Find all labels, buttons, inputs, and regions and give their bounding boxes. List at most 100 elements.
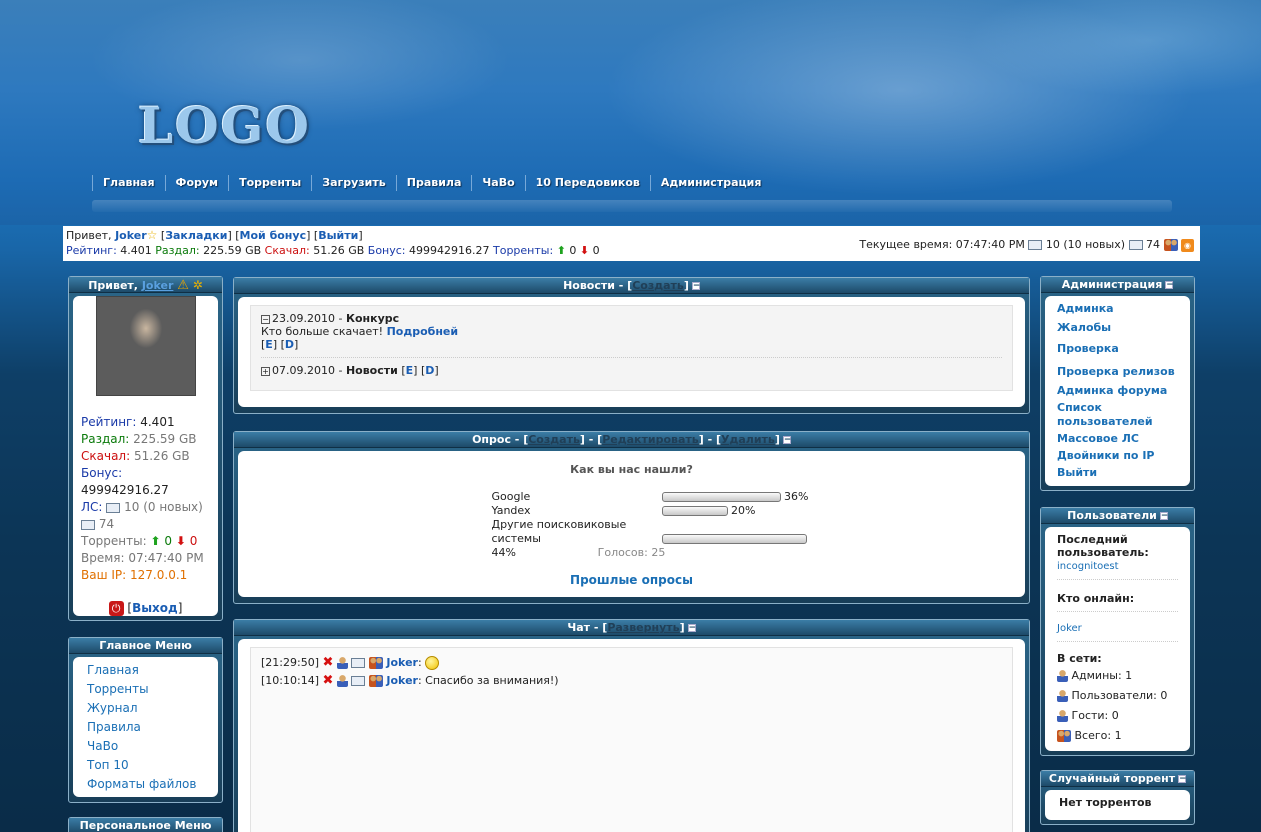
news-item: −23.09.2010 - Конкурс: [261, 312, 400, 325]
news-delete-link[interactable]: D: [425, 364, 434, 377]
userbar-username[interactable]: Joker: [115, 229, 147, 242]
menu-item-log[interactable]: Журнал: [87, 699, 204, 718]
last-user-link[interactable]: incognitoest: [1057, 561, 1119, 572]
nav-torrents[interactable]: Торренты: [228, 175, 311, 191]
inbox-icon[interactable]: [106, 502, 121, 513]
mail-icon[interactable]: [351, 676, 366, 686]
admin-link-forum[interactable]: Админка форума: [1057, 384, 1178, 398]
my-bonus-link[interactable]: Мой бонус: [240, 229, 307, 242]
outbox-icon[interactable]: [81, 519, 95, 530]
news-delete-link[interactable]: D: [285, 338, 294, 351]
friends-icon[interactable]: [368, 675, 383, 687]
user-panel-username[interactable]: Joker: [142, 279, 174, 292]
expand-icon[interactable]: +: [261, 367, 270, 376]
admin-link-panel[interactable]: Админка: [1057, 302, 1178, 316]
download-value: 51.26 GB: [313, 244, 365, 257]
site-logo[interactable]: LOGO: [138, 96, 311, 155]
poll-edit-link[interactable]: Редактировать: [602, 433, 699, 446]
admin-link-ip-duplicates[interactable]: Двойники по IP: [1057, 449, 1178, 463]
inbox-icon[interactable]: [1028, 240, 1043, 250]
warning-icon: ⚠: [177, 278, 189, 293]
collapse-icon[interactable]: −: [1159, 512, 1168, 521]
admin-link-check[interactable]: Проверка: [1057, 342, 1178, 356]
outbox-count[interactable]: 74: [1146, 238, 1160, 251]
past-polls-link[interactable]: Прошлые опросы: [570, 573, 693, 587]
chat-username[interactable]: Joker: [386, 674, 418, 687]
arrow-up-icon: ⬆: [556, 244, 566, 257]
user-icon[interactable]: [336, 675, 348, 687]
logout-link[interactable]: Выйти: [318, 229, 358, 242]
outbox-icon[interactable]: [1128, 240, 1143, 250]
menu-item-home[interactable]: Главная: [87, 661, 204, 680]
outbox-count[interactable]: 74: [99, 517, 114, 531]
chat-expand-link[interactable]: Развернуть: [607, 621, 679, 634]
inbox-count[interactable]: 10 (10 новых): [1046, 238, 1125, 251]
admin-link-users[interactable]: Список пользователей: [1057, 401, 1178, 429]
news-create-link[interactable]: Создать: [632, 279, 684, 292]
nav-staff[interactable]: Администрация: [649, 175, 772, 191]
news-title: Новости - [Создать] −: [234, 278, 1029, 294]
nav-faq[interactable]: ЧаВо: [471, 175, 524, 191]
collapse-icon[interactable]: −: [1165, 281, 1174, 290]
poll-question: Как вы нас нашли?: [570, 463, 693, 476]
userbar-right: Текущее время: 07:47:40 PM 10 (10 новых)…: [859, 237, 1194, 252]
news-edit-link[interactable]: E: [406, 364, 414, 377]
nav-forum[interactable]: Форум: [164, 175, 229, 191]
random-torrent-title: Случайный торрент −: [1041, 771, 1194, 787]
menu-item-rules[interactable]: Правила: [87, 718, 204, 737]
user-panel-title: Привет, Joker ⚠ ✲: [69, 277, 222, 293]
random-torrent-panel: Случайный торрент − Нет торрентов: [1040, 770, 1195, 825]
chat-username[interactable]: Joker: [386, 656, 418, 669]
user-icon[interactable]: [336, 657, 348, 669]
chat-message: [21:29:50] ✖ Joker:: [261, 654, 1002, 672]
admin-panel: Администрация − Админка Жалобы Проверка П…: [1040, 276, 1195, 491]
news-more-link[interactable]: Подробней: [387, 325, 459, 338]
poll-bar: [661, 534, 807, 544]
nav-home[interactable]: Главная: [92, 175, 165, 191]
menu-item-torrents[interactable]: Торренты: [87, 680, 204, 699]
bookmarks-link[interactable]: Закладки: [165, 229, 227, 242]
admin-link-reports[interactable]: Жалобы: [1057, 321, 1178, 335]
admin-link-check-releases[interactable]: Проверка релизов: [1057, 365, 1178, 379]
pm-count[interactable]: 10 (0 новых): [124, 500, 203, 514]
rss-icon[interactable]: ◉: [1181, 238, 1194, 252]
user-icon: [1057, 690, 1068, 702]
menu-item-faq[interactable]: ЧаВо: [87, 737, 204, 756]
collapse-icon[interactable]: −: [691, 282, 700, 291]
collapse-icon[interactable]: −: [261, 315, 270, 324]
online-user-link[interactable]: Joker: [1057, 622, 1178, 635]
delete-icon[interactable]: ✖: [323, 655, 334, 670]
chat-message: [10:10:14] ✖ Joker: Спасибо за внимания!…: [261, 673, 559, 688]
nav-upload[interactable]: Загрузить: [311, 175, 395, 191]
collapse-icon[interactable]: −: [1178, 775, 1187, 784]
poll-delete-link[interactable]: Удалить: [721, 433, 775, 446]
main-menu-title: Главное Меню: [69, 638, 222, 654]
avatar[interactable]: [95, 296, 196, 396]
news-item-title[interactable]: Конкурс: [346, 312, 399, 325]
all-users-icon: [1057, 730, 1071, 742]
news-edit-link[interactable]: E: [265, 338, 273, 351]
nav-top10[interactable]: 10 Передовиков: [524, 175, 650, 191]
menu-item-top10[interactable]: Топ 10: [87, 756, 204, 775]
news-body: −23.09.2010 - Конкурс Кто больше скачает…: [238, 297, 1025, 407]
poll-create-link[interactable]: Создать: [528, 433, 580, 446]
admin-link-logout[interactable]: Выйти: [1057, 466, 1178, 480]
news-item: +07.09.2010 - Новости [E] [D]: [261, 364, 439, 377]
star-icon: ☆: [146, 228, 158, 242]
time-label: Текущее время:: [859, 238, 953, 251]
delete-icon[interactable]: ✖: [323, 673, 334, 688]
power-icon[interactable]: ⏻: [108, 601, 124, 616]
friends-icon[interactable]: [1163, 239, 1178, 251]
exit-link[interactable]: Выход: [132, 601, 178, 615]
user-panel: Привет, Joker ⚠ ✲ Рейтинг: 4.401 Раздал:…: [68, 276, 223, 621]
collapse-icon[interactable]: −: [782, 436, 791, 445]
mail-icon[interactable]: [351, 658, 366, 668]
poll-option: Google 36%: [491, 490, 809, 503]
collapse-icon[interactable]: −: [687, 624, 696, 633]
poll-option: Другие поисковиковые системы 44%: [492, 518, 812, 559]
nav-rules[interactable]: Правила: [395, 175, 472, 191]
friends-icon[interactable]: [368, 657, 383, 669]
news-item-title[interactable]: Новости: [346, 364, 398, 377]
admin-link-mass-pm[interactable]: Массовое ЛС: [1057, 432, 1178, 446]
menu-item-formats[interactable]: Форматы файлов: [87, 775, 204, 794]
